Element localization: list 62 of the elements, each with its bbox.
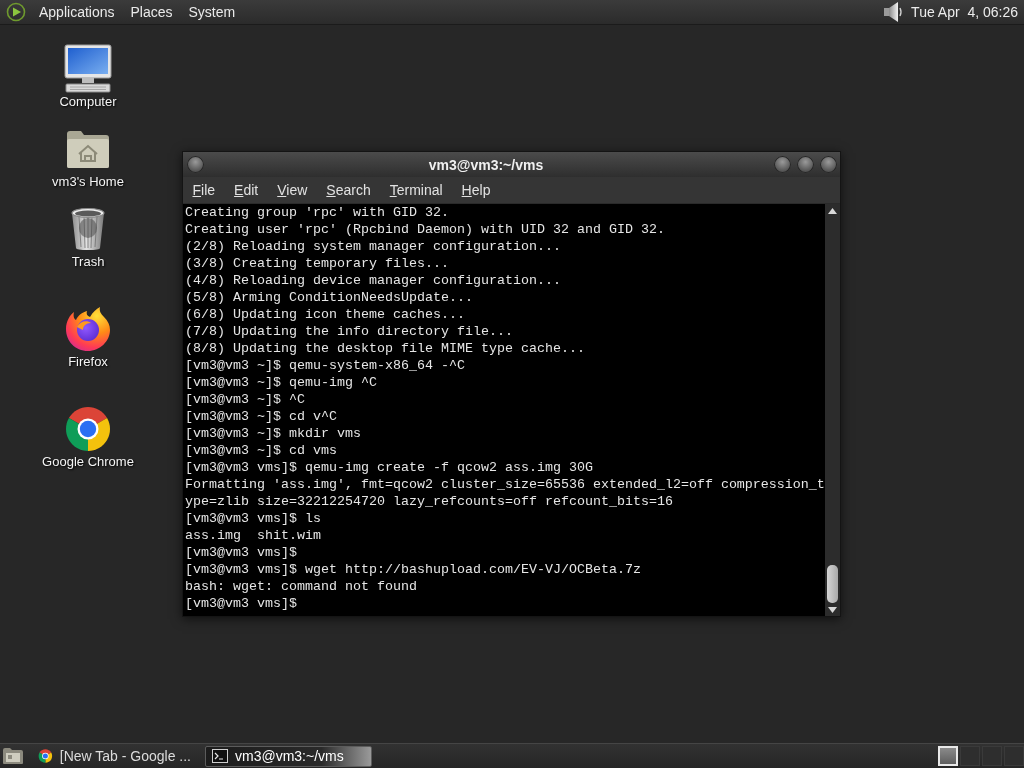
task-button[interactable]: [New Tab - Google ...: [31, 745, 198, 767]
trash-can-icon[interactable]: [69, 207, 107, 251]
terminal-line: ass.img shit.wim: [185, 527, 321, 544]
terminal-line: [vm3@vm3 vms]$: [185, 595, 297, 612]
desktop-icon-label[interactable]: Firefox: [68, 353, 108, 370]
scrollbar-thumb[interactable]: [827, 565, 838, 603]
terminal-line: Formatting 'ass.img', fmt=qcow2 cluster_size=65536 extended_l2=off compression_t: [185, 476, 825, 493]
scroll-down-arrow-icon[interactable]: [828, 607, 837, 613]
monitor-icon[interactable]: [62, 44, 114, 94]
chrome-logo-icon[interactable]: [64, 405, 112, 453]
terminal-line: [vm3@vm3 ~]$ cd v^C: [185, 408, 337, 425]
clock[interactable]: Tue Apr 4, 06:26: [911, 1, 1018, 23]
play-logo-icon[interactable]: [6, 2, 26, 22]
menu-item[interactable]: Search: [316, 179, 381, 201]
terminal-line: [vm3@vm3 ~]$ mkdir vms: [185, 425, 361, 442]
panel-menu[interactable]: Applications: [34, 1, 120, 23]
desktop-icon-label[interactable]: Computer: [59, 93, 117, 110]
menu-item[interactable]: File: [183, 179, 225, 201]
task-button[interactable]: vm3@vm3:~/vms: [205, 745, 372, 767]
panel-menu[interactable]: System: [183, 1, 241, 23]
speaker-icon[interactable]: [883, 1, 904, 23]
terminal-line: (5/8) Arming ConditionNeedsUpdate...: [185, 289, 473, 306]
terminal-line: [vm3@vm3 ~]$ cd vms: [185, 442, 337, 459]
terminal-line: ype=zlib size=32212254720 lazy_refcounts=off refcount_bits=16: [185, 493, 673, 510]
window-menu-button[interactable]: [187, 156, 204, 173]
terminal-icon: [212, 749, 228, 763]
task-label: vm3@vm3:~/vms: [235, 748, 344, 764]
menu-item[interactable]: Help: [452, 179, 500, 201]
terminal-line: [vm3@vm3 vms]$: [185, 544, 297, 561]
panel-menu[interactable]: Places: [125, 1, 178, 23]
terminal-line: (2/8) Reloading system manager configuration...: [185, 238, 561, 255]
terminal-line: (6/8) Updating icon theme caches...: [185, 306, 465, 323]
show-desktop-icon[interactable]: [2, 747, 24, 765]
menu-item[interactable]: Terminal: [380, 179, 453, 201]
close-button[interactable]: [820, 156, 837, 173]
terminal-line: [vm3@vm3 vms]$ qemu-img create -f qcow2 ass.img 30G: [185, 459, 593, 476]
task-label: [New Tab - Google ...: [59, 748, 191, 764]
minimize-button[interactable]: [774, 156, 791, 173]
desktop-icon-label[interactable]: Trash: [71, 253, 105, 270]
terminal-line: [vm3@vm3 vms]$ wget http://bashupload.com/EV-VJ/OCBeta.7z: [185, 561, 641, 578]
firefox-logo-icon[interactable]: [65, 306, 111, 352]
maximize-button[interactable]: [797, 156, 814, 173]
terminal-line: (4/8) Reloading device manager configuration...: [185, 272, 561, 289]
menu-item[interactable]: View: [267, 179, 317, 201]
desktop-icon-label[interactable]: Google Chrome: [42, 453, 134, 470]
scrollbar[interactable]: [825, 204, 840, 616]
scroll-up-arrow-icon[interactable]: [828, 208, 837, 214]
chrome-logo-icon: [38, 747, 53, 765]
window-title: vm3@vm3:~/vms: [427, 156, 545, 173]
terminal-line: [vm3@vm3 ~]$ ^C: [185, 391, 305, 408]
terminal-line: [vm3@vm3 ~]$ qemu-system-x86_64 -^C: [185, 357, 465, 374]
terminal-line: [vm3@vm3 vms]$ ls: [185, 510, 321, 527]
terminal-line: Creating group 'rpc' with GID 32.: [185, 204, 449, 221]
terminal-line: bash: wget: command not found: [185, 578, 417, 595]
menu-item[interactable]: Edit: [224, 179, 268, 201]
home-folder-icon[interactable]: [66, 129, 110, 169]
desktop-icon-label[interactable]: vm3's Home: [52, 173, 124, 190]
terminal-line: [vm3@vm3 ~]$ qemu-img ^C: [185, 374, 377, 391]
terminal-line: Creating user 'rpc' (Rpcbind Daemon) with UID 32 and GID 32.: [185, 221, 665, 238]
terminal-line: (7/8) Updating the info directory file...: [185, 323, 513, 340]
terminal-line: (3/8) Creating temporary files...: [185, 255, 449, 272]
terminal-line: (8/8) Updating the desktop file MIME type cache...: [185, 340, 585, 357]
